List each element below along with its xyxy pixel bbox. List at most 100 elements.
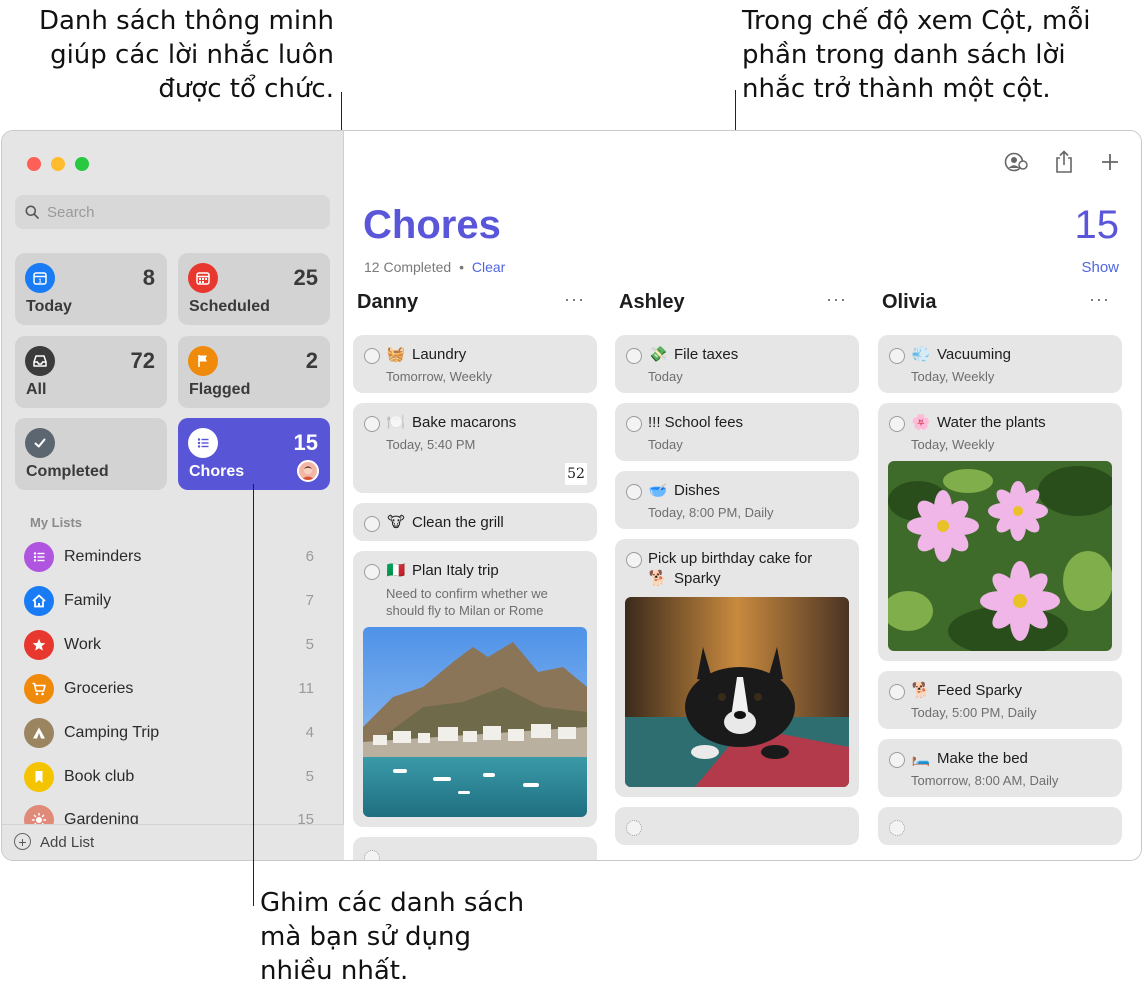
sidebar: 1 8 Today 25 Scheduled 72 All 2 Flagged — [2, 131, 344, 860]
complete-checkbox[interactable] — [364, 416, 380, 432]
reminder-card[interactable]: 💸 File taxes Today — [615, 335, 859, 393]
empty-checkbox[interactable] — [626, 820, 642, 836]
column-title: Ashley — [619, 291, 685, 313]
reminder-title: Dishes — [674, 482, 720, 499]
add-list-label: Add List — [40, 834, 95, 851]
more-options-button[interactable]: ··· — [826, 289, 847, 310]
sidebar-item-groceries[interactable]: Groceries 11 — [22, 671, 322, 707]
callout-line: phần trong danh sách lời — [742, 40, 1066, 70]
dog-icon: 🐕 — [648, 570, 668, 587]
reminder-due: Today, Weekly — [911, 437, 995, 452]
reminder-due: Today — [648, 437, 683, 452]
new-reminder-placeholder[interactable] — [878, 807, 1122, 845]
complete-checkbox[interactable] — [626, 348, 642, 364]
complete-checkbox[interactable] — [889, 416, 905, 432]
clear-completed-button[interactable]: Clear — [472, 259, 505, 275]
search-input[interactable] — [47, 201, 317, 223]
smart-list-all[interactable]: 72 All — [15, 336, 167, 408]
italy-coast-photo[interactable] — [363, 627, 587, 817]
list-name: Camping Trip — [64, 724, 160, 741]
complete-checkbox[interactable] — [626, 552, 642, 568]
share-with-people-button[interactable] — [1003, 149, 1029, 175]
share-button[interactable] — [1051, 149, 1077, 175]
reminder-title: Feed Sparky — [937, 682, 1023, 699]
dog-photo[interactable] — [625, 597, 849, 787]
reminder-due: Tomorrow, Weekly — [386, 369, 492, 384]
completed-count: 12 Completed — [364, 259, 452, 275]
complete-checkbox[interactable] — [889, 348, 905, 364]
column-title: Danny — [357, 291, 419, 313]
sidebar-item-family[interactable]: Family 7 — [22, 583, 322, 619]
complete-checkbox[interactable] — [626, 416, 642, 432]
add-list-button[interactable]: + Add List — [2, 824, 344, 860]
reminder-card[interactable]: 🍽️ Bake macarons Today, 5:40 PM 52 — [353, 403, 597, 493]
avatar — [297, 460, 319, 482]
reminder-card[interactable]: 🛏️ Make the bed Tomorrow, 8:00 AM, Daily — [878, 739, 1122, 797]
show-completed-button[interactable]: Show — [1081, 259, 1119, 276]
leader-line-pinned — [253, 484, 254, 906]
today-label: Today — [26, 298, 72, 315]
reminder-card[interactable]: 💨 Vacuuming Today, Weekly — [878, 335, 1122, 393]
empty-checkbox[interactable] — [364, 850, 380, 860]
reminder-card[interactable]: 🐮 Clean the grill — [353, 503, 597, 541]
reminder-title: Clean the grill — [412, 514, 504, 531]
callout-line: Ghim các danh sách — [260, 888, 525, 918]
plus-icon — [1102, 154, 1118, 170]
flagged-label: Flagged — [189, 381, 251, 398]
bed-icon: 🛏️ — [911, 750, 931, 767]
today-count: 8 — [142, 265, 155, 290]
sidebar-item-reminders[interactable]: Reminders 6 — [22, 539, 322, 575]
complete-checkbox[interactable] — [364, 564, 380, 580]
smart-list-today[interactable]: 1 8 Today — [15, 253, 167, 325]
smart-list-scheduled[interactable]: 25 Scheduled — [178, 253, 330, 325]
all-count: 72 — [130, 348, 155, 373]
flowers-photo[interactable] — [888, 461, 1112, 651]
more-options-button[interactable]: ··· — [564, 289, 585, 310]
wind-icon: 💨 — [911, 346, 931, 363]
complete-checkbox[interactable] — [889, 684, 905, 700]
new-reminder-button[interactable] — [1097, 149, 1123, 175]
reminder-card[interactable]: 🧺 Laundry Tomorrow, Weekly — [353, 335, 597, 393]
main-content: Chores 15 12 Completed • Clear Show Dann… — [345, 131, 1141, 860]
reminder-card[interactable]: 🐕 Feed Sparky Today, 5:00 PM, Daily — [878, 671, 1122, 729]
list-icon — [24, 542, 54, 572]
smart-list-flagged[interactable]: 2 Flagged — [178, 336, 330, 408]
sidebar-item-work[interactable]: Work 5 — [22, 627, 322, 663]
callout-line: được tổ chức. — [158, 74, 334, 104]
reminder-card[interactable]: !!! School fees Today — [615, 403, 859, 461]
flagged-count: 2 — [305, 348, 318, 373]
complete-checkbox[interactable] — [364, 348, 380, 364]
calendar-grid-icon — [188, 263, 218, 293]
sidebar-item-camping-trip[interactable]: Camping Trip 4 — [22, 715, 322, 751]
reminder-count: 15 — [1074, 203, 1120, 247]
reminder-due: Today, 5:40 PM — [386, 437, 476, 452]
column-header: Danny ··· — [353, 289, 597, 317]
callout-column-view: Trong chế độ xem Cột, mỗi phần trong dan… — [742, 4, 1090, 106]
complete-checkbox[interactable] — [626, 484, 642, 500]
callout-line: Danh sách thông minh — [38, 6, 334, 36]
attachment-thumbnail[interactable]: 52 — [565, 463, 587, 485]
reminder-title: Vacuuming — [937, 346, 1011, 363]
empty-checkbox[interactable] — [889, 820, 905, 836]
complete-checkbox[interactable] — [364, 516, 380, 532]
callout-pinned-lists: Ghim các danh sách mà bạn sử dụng nhiều … — [260, 886, 524, 988]
minimize-window-button[interactable] — [51, 157, 65, 171]
callout-line: nhắc trở thành một cột. — [742, 74, 1051, 104]
complete-checkbox[interactable] — [889, 752, 905, 768]
reminder-card[interactable]: 🌸 Water the plants Today, Weekly — [878, 403, 1122, 661]
sidebar-item-book-club[interactable]: Book club 5 — [22, 759, 322, 795]
search-field[interactable] — [15, 195, 330, 229]
reminder-card[interactable]: Pick up birthday cake for 🐕 Sparky — [615, 539, 859, 797]
completed-label: Completed — [26, 463, 109, 480]
new-reminder-placeholder[interactable] — [615, 807, 859, 845]
more-options-button[interactable]: ··· — [1089, 289, 1110, 310]
smart-list-completed[interactable]: Completed — [15, 418, 167, 490]
close-window-button[interactable] — [27, 157, 41, 171]
new-reminder-placeholder[interactable] — [353, 837, 597, 860]
reminder-card[interactable]: 🥣 Dishes Today, 8:00 PM, Daily — [615, 471, 859, 529]
plus-circle-icon: + — [14, 833, 31, 850]
my-lists-heading: My Lists — [30, 515, 83, 530]
pinned-list-chores[interactable]: 15 Chores — [178, 418, 330, 490]
zoom-window-button[interactable] — [75, 157, 89, 171]
reminder-card[interactable]: 🇮🇹 Plan Italy trip Need to confirm wheth… — [353, 551, 597, 827]
